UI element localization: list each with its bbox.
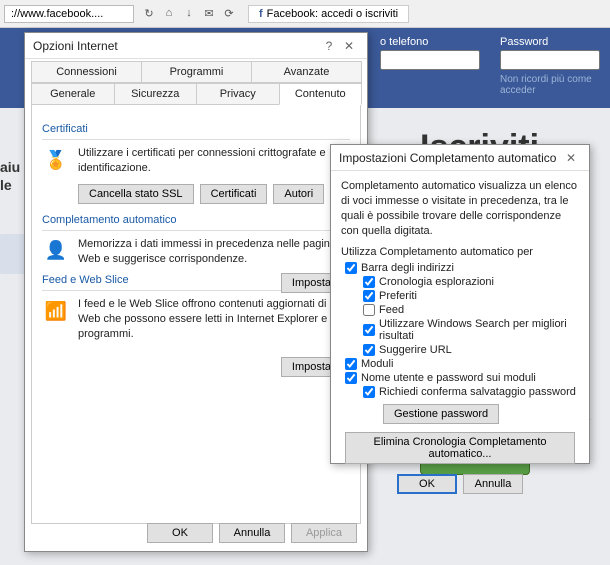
cert-desc: Utilizzare i certificati per connessioni… (78, 146, 350, 176)
browser-tab[interactable]: f Facebook: accedi o iscriviti (248, 5, 409, 23)
tab-programmi[interactable]: Programmi (141, 61, 252, 83)
chk-favorites[interactable]: Preferiti (363, 290, 579, 302)
tab-generale[interactable]: Generale (31, 83, 115, 105)
close-icon[interactable]: ✕ (561, 151, 581, 165)
publishers-button[interactable]: Autori (273, 184, 324, 204)
group-autocomplete: Completamento automatico (42, 214, 350, 226)
address-bar[interactable]: ://www.facebook.... (4, 5, 134, 23)
feed-desc: I feed e le Web Slice offrono contenuti … (78, 297, 350, 342)
tab-privacy[interactable]: Privacy (196, 83, 280, 105)
mail-icon[interactable]: ✉ (202, 7, 216, 20)
clear-ssl-button[interactable]: Cancella stato SSL (78, 184, 194, 204)
chk-feed[interactable]: Feed (363, 304, 579, 316)
tab-content: Certificati 🏅 Utilizzare i certificati p… (31, 104, 361, 524)
chk-windows-search[interactable]: Utilizzare Windows Search per migliori r… (363, 318, 579, 342)
password-field[interactable] (500, 50, 600, 70)
cancel-button[interactable]: Annulla (219, 523, 285, 543)
ac-heading: Utilizza Completamento automatico per (341, 246, 579, 258)
certificate-icon: 🏅 (42, 146, 70, 174)
ac-description: Completamento automatico visualizza un e… (341, 179, 579, 238)
tab-title: Facebook: accedi o iscriviti (267, 8, 398, 20)
rss-icon: 📶 (42, 297, 70, 325)
internet-options-dialog: Opzioni Internet ? ✕ Connessioni Program… (24, 32, 368, 552)
home-icon[interactable]: ⌂ (162, 7, 176, 20)
ok-button[interactable]: OK (147, 523, 213, 543)
chk-confirm-save[interactable]: Richiedi conferma salvataggio password (363, 386, 579, 398)
manage-passwords-button[interactable]: Gestione password (383, 404, 499, 424)
forgot-link[interactable]: Non ricordi più come acceder (500, 74, 610, 96)
autocomplete-dialog: Impostazioni Completamento automatico ✕ … (330, 144, 590, 464)
download-icon[interactable]: ↓ (182, 7, 196, 20)
facebook-icon: f (259, 8, 263, 20)
chk-forms[interactable]: Moduli (345, 358, 579, 370)
ac-desc: Memorizza i dati immessi in precedenza n… (78, 237, 350, 267)
refresh-icon[interactable]: ↻ (142, 7, 156, 20)
password-label: Password (500, 36, 610, 48)
browser-toolbar: ://www.facebook.... ↻ ⌂ ↓ ✉ ⟳ f Facebook… (0, 0, 610, 28)
group-certificati: Certificati (42, 123, 350, 135)
tab-strip: Connessioni Programmi Avanzate Generale … (25, 59, 367, 105)
chk-history[interactable]: Cronologia esplorazioni (363, 276, 579, 288)
user-icon: 👤 (42, 237, 70, 265)
ac-titlebar[interactable]: Impostazioni Completamento automatico ✕ (331, 145, 589, 171)
tab-contenuto[interactable]: Contenuto (279, 83, 363, 105)
delete-history-button[interactable]: Elimina Cronologia Completamento automat… (345, 432, 575, 464)
ac-cancel-button[interactable]: Annulla (463, 474, 523, 494)
help-icon[interactable]: ? (319, 39, 339, 53)
dialog-title: Opzioni Internet (33, 39, 118, 53)
dialog-footer: OK Annulla Applica (147, 523, 357, 543)
toolbar-icons: ↻ ⌂ ↓ ✉ ⟳ (142, 7, 236, 20)
dialog-titlebar[interactable]: Opzioni Internet ? ✕ (25, 33, 367, 59)
ac-title: Impostazioni Completamento automatico (339, 151, 556, 165)
email-field[interactable] (380, 50, 480, 70)
apply-button[interactable]: Applica (291, 523, 357, 543)
tab-sicurezza[interactable]: Sicurezza (114, 83, 198, 105)
chk-suggest-url[interactable]: Suggerire URL (363, 344, 579, 356)
certificates-button[interactable]: Certificati (200, 184, 268, 204)
tab-avanzate[interactable]: Avanzate (251, 61, 362, 83)
tab-connessioni[interactable]: Connessioni (31, 61, 142, 83)
close-icon[interactable]: ✕ (339, 39, 359, 53)
chk-address-bar[interactable]: Barra degli indirizzi (345, 262, 579, 274)
email-label: o telefono (380, 36, 480, 48)
chk-user-pass[interactable]: Nome utente e password sui moduli (345, 372, 579, 384)
ac-ok-button[interactable]: OK (397, 474, 457, 494)
reload-icon[interactable]: ⟳ (222, 7, 236, 20)
